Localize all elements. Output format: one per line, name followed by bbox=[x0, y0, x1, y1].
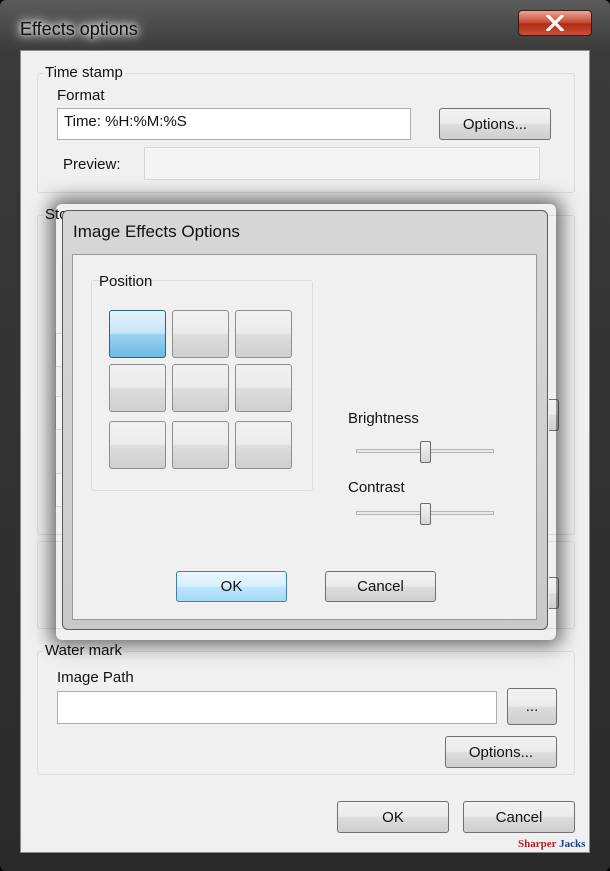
brightness-label: Brightness bbox=[348, 410, 419, 427]
close-button[interactable] bbox=[518, 10, 592, 36]
preview-label: Preview: bbox=[63, 156, 121, 173]
time-stamp-group-label: Time stamp bbox=[43, 64, 125, 81]
position-top-left[interactable] bbox=[109, 310, 166, 358]
contrast-label: Contrast bbox=[348, 479, 405, 496]
position-middle-center[interactable] bbox=[172, 364, 229, 412]
dialog-cancel-button[interactable]: Cancel bbox=[325, 571, 436, 602]
cancel-button[interactable]: Cancel bbox=[463, 801, 575, 833]
position-middle-left[interactable] bbox=[109, 364, 166, 412]
position-top-right[interactable] bbox=[235, 310, 292, 358]
position-bottom-center[interactable] bbox=[172, 421, 229, 469]
window-title: Effects options bbox=[20, 19, 138, 39]
contrast-slider-thumb[interactable] bbox=[419, 503, 431, 525]
dialog-ok-button[interactable]: OK bbox=[176, 571, 287, 602]
preview-field bbox=[144, 147, 540, 180]
format-input[interactable]: Time: %H:%M:%S bbox=[57, 108, 411, 140]
image-effects-dialog: Image Effects Options Position Brightnes… bbox=[62, 210, 548, 630]
image-path-input[interactable] bbox=[57, 691, 497, 724]
image-path-label: Image Path bbox=[57, 669, 134, 686]
sharper-jacks-logo: Sharper Jacks bbox=[518, 838, 586, 850]
browse-button[interactable]: ... bbox=[507, 688, 557, 725]
position-label: Position bbox=[99, 273, 153, 290]
position-bottom-left[interactable] bbox=[109, 421, 166, 469]
water-mark-options-button[interactable]: Options... bbox=[445, 736, 557, 768]
position-middle-right[interactable] bbox=[235, 364, 292, 412]
time-stamp-options-button[interactable]: Options... bbox=[439, 108, 551, 140]
brightness-slider-thumb[interactable] bbox=[419, 441, 431, 463]
format-label: Format bbox=[57, 87, 105, 104]
close-icon bbox=[546, 15, 564, 31]
ok-button[interactable]: OK bbox=[337, 801, 449, 833]
position-top-center[interactable] bbox=[172, 310, 229, 358]
dialog-title: Image Effects Options bbox=[73, 222, 240, 241]
water-mark-group-label: Water mark bbox=[43, 642, 124, 659]
position-bottom-right[interactable] bbox=[235, 421, 292, 469]
dialog-client-area: Position Brightness Contrast OK Cancel bbox=[72, 254, 537, 620]
